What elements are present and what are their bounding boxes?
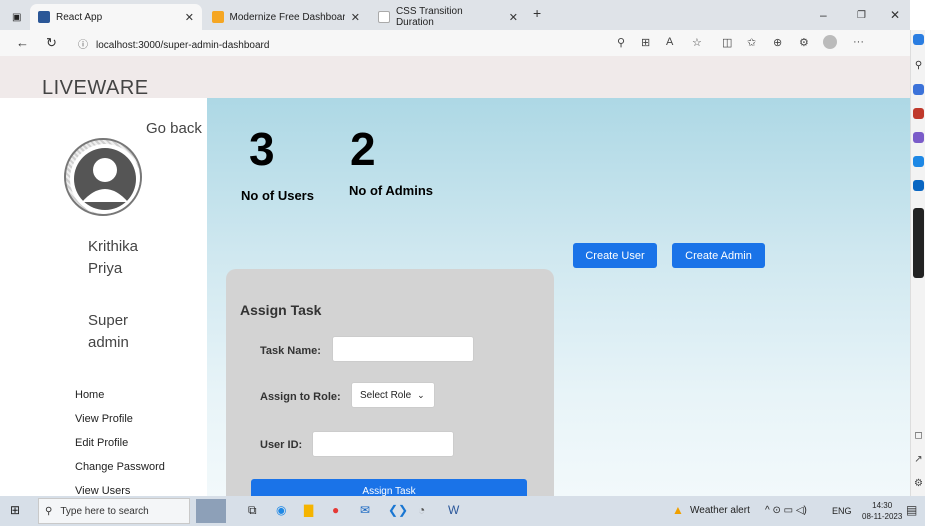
chrome-icon[interactable]: ● (332, 503, 339, 517)
users-count: 3 (249, 123, 275, 175)
address-bar: ← ↻ ⓘ localhost:3000/super-admin-dashboar… (0, 30, 910, 56)
language-indicator[interactable]: ENG (832, 506, 852, 516)
react-app-favicon-icon (38, 11, 50, 23)
create-admin-button[interactable]: Create Admin (672, 243, 765, 268)
copilot-icon[interactable] (913, 34, 924, 45)
news-thumbnail[interactable] (196, 499, 226, 523)
url-text: localhost:3000/super-admin-dashboard (96, 40, 270, 51)
sidebar-item-view-profile[interactable]: View Profile (75, 412, 165, 436)
notifications-icon[interactable]: ▤ (906, 503, 917, 517)
assign-task-button[interactable]: Assign Task (251, 479, 527, 496)
extensions-icon[interactable]: ⚙ (799, 36, 809, 49)
browser-tab-strip: ▣ React App ✕ Modernize Free Dashboard D… (0, 0, 910, 30)
avatar (64, 138, 142, 216)
dark-extension-panel[interactable] (913, 208, 924, 278)
vscode-icon[interactable]: ❮❯ (388, 503, 408, 517)
user-id-input[interactable] (312, 431, 454, 457)
profile-avatar[interactable] (823, 35, 837, 49)
clock-time: 14:30 (872, 501, 893, 510)
tab-actions-icon[interactable]: ▣ (4, 4, 24, 30)
tab-modernize[interactable]: Modernize Free Dashboard Desi ✕ (204, 4, 368, 30)
chevron-down-icon: ⌄ (417, 389, 425, 400)
create-user-button[interactable]: Create User (573, 243, 657, 268)
close-tab-icon[interactable]: ✕ (185, 11, 194, 24)
split-screen-icon[interactable]: ◫ (722, 36, 732, 49)
users-count-label: No of Users (241, 188, 314, 203)
restore-icon[interactable]: ❐ (857, 10, 866, 21)
user-id-label: User ID: (260, 439, 303, 451)
sidebar-nav: Home View Profile Edit Profile Change Pa… (75, 388, 165, 508)
search-page-icon[interactable]: ⚲ (617, 36, 625, 49)
more-menu-icon[interactable]: ··· (853, 36, 864, 48)
sidebar-item-change-password[interactable]: Change Password (75, 460, 165, 484)
url-field[interactable]: ⓘ localhost:3000/super-admin-dashboard (78, 36, 269, 51)
system-tray-icons[interactable]: ^ ⊙ ▭ ◁) (765, 505, 807, 516)
assign-task-card: Assign Task Task Name: Assign to Role: S… (226, 269, 554, 496)
edge-icon[interactable]: ◉ (276, 503, 286, 517)
read-aloud-icon[interactable]: A (666, 36, 673, 48)
modernize-favicon-icon (212, 11, 224, 23)
collections-icon[interactable]: ⊕ (773, 36, 782, 49)
weather-icon: ▲ (672, 503, 684, 517)
grid-icon[interactable]: ⊞ (641, 36, 650, 49)
tab-react-app[interactable]: React App ✕ (30, 4, 202, 30)
outlook-icon[interactable] (913, 180, 924, 191)
tab-title: CSS Transition Duration (395, 6, 463, 28)
sidebar-item-edit-profile[interactable]: Edit Profile (75, 436, 165, 460)
windows-taskbar: ⊞ ⚲ Type here to search ⧉ ◉ ▇ ● ✉ ❮❯ ◔ W… (0, 496, 925, 526)
app-header: LIVEWARE (0, 56, 910, 99)
back-icon[interactable]: ← (16, 35, 29, 50)
info-icon: ⓘ (78, 40, 88, 51)
user-silhouette-icon (70, 144, 140, 214)
assign-role-label: Assign to Role: (260, 391, 341, 403)
taskbar-search-input[interactable]: ⚲ Type here to search (38, 498, 190, 524)
whatsapp-icon[interactable]: ◔ (418, 503, 425, 517)
minimize-icon[interactable]: – (820, 8, 827, 22)
sidebar: Go back Krithika Priya Super admin Home … (0, 98, 207, 497)
go-back-link[interactable]: Go back (146, 120, 202, 137)
app-logo: LIVEWARE (42, 77, 149, 99)
user-name: Krithika Priya (88, 238, 139, 277)
sidebar-item-home[interactable]: Home (75, 388, 165, 412)
task-name-input[interactable] (332, 336, 474, 362)
task-view-icon[interactable]: ⧉ (248, 503, 257, 518)
clock-date: 08-11-2023 (862, 512, 903, 521)
start-icon[interactable]: ⊞ (10, 503, 20, 517)
search-icon: ⚲ (45, 505, 53, 517)
close-tab-icon[interactable]: ✕ (351, 11, 360, 24)
tag-icon[interactable] (913, 84, 924, 95)
admins-count-label: No of Admins (349, 183, 434, 198)
favorite-star-icon[interactable]: ☆ (692, 36, 702, 49)
close-window-icon[interactable]: ✕ (890, 8, 900, 22)
sidebar-layout-icon[interactable]: ◻ (913, 430, 924, 441)
m365-icon[interactable] (913, 156, 924, 167)
tab-title: React App (56, 11, 103, 23)
role-select-value: Select Role (360, 389, 412, 401)
favorites-icon[interactable]: ✩ (747, 36, 756, 49)
weather-alert[interactable]: Weather alert (690, 505, 750, 516)
search-icon[interactable]: ⚲ (913, 60, 924, 71)
tab-title: Modernize Free Dashboard Desi (229, 11, 345, 23)
user-role: Super admin (88, 312, 129, 351)
main-content: 3 No of Users 2 No of Admins Create User… (207, 98, 910, 496)
role-select[interactable]: Select Role ⌄ (351, 382, 435, 408)
taskbar-clock[interactable]: 14:30 08-11-2023 (862, 500, 902, 522)
task-name-label: Task Name: (260, 345, 321, 357)
briefcase-icon[interactable] (913, 108, 924, 119)
refresh-icon[interactable]: ↻ (46, 35, 57, 51)
word-icon[interactable]: W (448, 503, 459, 517)
file-explorer-icon[interactable]: ▇ (304, 503, 313, 517)
external-link-icon[interactable]: ↗ (913, 454, 924, 465)
css-transition-favicon-icon (378, 11, 390, 23)
tab-css-transition[interactable]: CSS Transition Duration ✕ (370, 4, 526, 30)
edge-sidebar: ⚲ ◻ ↗ ⚙ (910, 30, 925, 496)
mail-icon[interactable]: ✉ (360, 503, 370, 517)
admins-count: 2 (350, 123, 376, 175)
assign-task-title: Assign Task (240, 302, 322, 318)
search-placeholder: Type here to search (60, 505, 149, 517)
games-icon[interactable] (913, 132, 924, 143)
settings-icon[interactable]: ⚙ (913, 478, 924, 489)
new-tab-icon[interactable]: + (533, 5, 541, 21)
close-tab-icon[interactable]: ✕ (509, 11, 518, 24)
